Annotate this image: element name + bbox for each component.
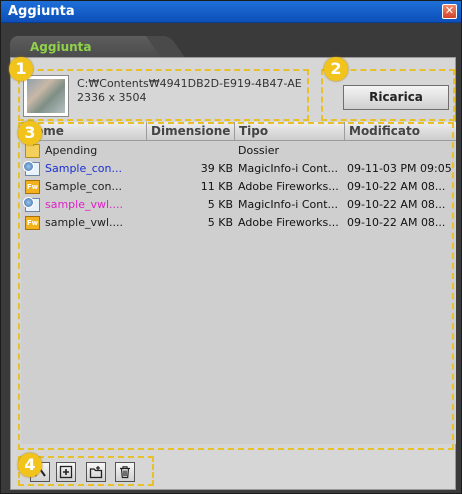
add-file-button[interactable] [56, 462, 76, 482]
image-thumbnail [23, 75, 69, 117]
new-folder-icon [89, 466, 103, 479]
image-dimensions: 2336 x 3504 [77, 91, 147, 104]
badge-1: 1 [9, 57, 33, 81]
add-file-icon [59, 465, 73, 479]
list-section-highlight [18, 122, 454, 450]
window-title: Aggiunta [8, 4, 75, 19]
trash-icon [120, 466, 130, 479]
close-button[interactable]: ✕ [442, 4, 457, 19]
badge-2: 2 [324, 57, 348, 81]
tab-label: Aggiunta [30, 40, 92, 54]
reload-button[interactable]: Ricarica [343, 85, 449, 110]
title-bar[interactable]: Aggiunta ✕ [1, 1, 461, 23]
file-path: C:₩Contents₩4941DB2D-E919-4B47-AE [77, 77, 302, 90]
tab-aggiunta[interactable]: Aggiunta [10, 36, 160, 59]
new-folder-button[interactable] [86, 462, 106, 482]
delete-button[interactable] [115, 462, 135, 482]
badge-4: 4 [18, 453, 42, 477]
badge-3: 3 [18, 121, 42, 145]
dialog-window: Aggiunta ✕ Aggiunta 1 C:₩Contents₩4941DB… [0, 0, 462, 494]
